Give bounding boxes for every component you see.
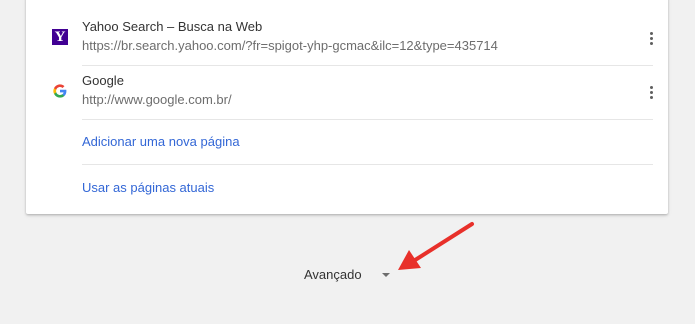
more-options-icon[interactable] xyxy=(641,80,661,104)
startup-page-url: https://br.search.yahoo.com/?fr=spigot-y… xyxy=(82,38,498,53)
startup-page-row-yahoo: Y Yahoo Search – Busca na Web https://br… xyxy=(52,12,653,66)
use-current-pages-link[interactable]: Usar as páginas atuais xyxy=(82,180,214,195)
google-favicon-icon xyxy=(52,83,68,99)
startup-page-row-google: Google http://www.google.com.br/ xyxy=(53,66,653,120)
yahoo-favicon-icon: Y xyxy=(52,29,68,45)
startup-page-url: http://www.google.com.br/ xyxy=(82,92,232,107)
google-g-icon xyxy=(53,84,67,98)
add-new-page-link[interactable]: Adicionar uma nova página xyxy=(82,134,240,149)
chevron-down-icon xyxy=(381,272,390,277)
startup-page-title: Google xyxy=(82,73,124,88)
advanced-label: Avançado xyxy=(304,267,362,282)
startup-page-title: Yahoo Search – Busca na Web xyxy=(82,19,263,34)
advanced-toggle[interactable]: Avançado xyxy=(304,267,390,282)
more-options-icon[interactable] xyxy=(641,26,661,50)
startup-pages-card: Y Yahoo Search – Busca na Web https://br… xyxy=(26,0,668,214)
divider xyxy=(82,164,653,165)
settings-page: Y Yahoo Search – Busca na Web https://br… xyxy=(0,0,695,324)
red-arrow-annotation-icon xyxy=(398,222,474,270)
